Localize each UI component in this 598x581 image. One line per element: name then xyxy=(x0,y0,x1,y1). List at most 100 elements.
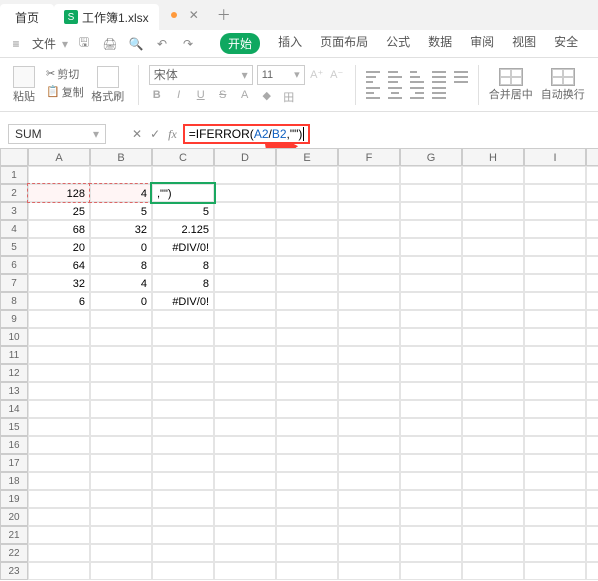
cell-H1[interactable] xyxy=(462,166,524,184)
cell-I7[interactable] xyxy=(524,274,586,292)
cell-H8[interactable] xyxy=(462,292,524,310)
cell-H10[interactable] xyxy=(462,328,524,346)
cell-C22[interactable] xyxy=(152,544,214,562)
cell-J2[interactable] xyxy=(586,184,598,202)
column-header-C[interactable]: C xyxy=(152,148,214,166)
font-color-button[interactable]: A xyxy=(237,89,253,105)
align-bottom-icon[interactable] xyxy=(410,71,424,83)
cell-J8[interactable] xyxy=(586,292,598,310)
cell-B23[interactable] xyxy=(90,562,152,580)
cell-I6[interactable] xyxy=(524,256,586,274)
cell-F19[interactable] xyxy=(338,490,400,508)
cell-I8[interactable] xyxy=(524,292,586,310)
cell-C5[interactable]: #DIV/0! xyxy=(152,238,214,256)
row-header[interactable]: 13 xyxy=(0,382,28,400)
cell-B15[interactable] xyxy=(90,418,152,436)
tab-start[interactable]: 开始 xyxy=(220,33,260,54)
cell-F5[interactable] xyxy=(338,238,400,256)
cell-F3[interactable] xyxy=(338,202,400,220)
column-header-J[interactable]: J xyxy=(586,148,598,166)
cell-I16[interactable] xyxy=(524,436,586,454)
cell-C3[interactable]: 5 xyxy=(152,202,214,220)
cell-I23[interactable] xyxy=(524,562,586,580)
merge-center-button[interactable]: 合并居中 xyxy=(489,68,533,102)
cell-B22[interactable] xyxy=(90,544,152,562)
cell-C10[interactable] xyxy=(152,328,214,346)
cell-D15[interactable] xyxy=(214,418,276,436)
row-header[interactable]: 23 xyxy=(0,562,28,580)
cell-D3[interactable] xyxy=(214,202,276,220)
cell-H11[interactable] xyxy=(462,346,524,364)
cell-F9[interactable] xyxy=(338,310,400,328)
cell-C18[interactable] xyxy=(152,472,214,490)
cell-J4[interactable] xyxy=(586,220,598,238)
column-header-B[interactable]: B xyxy=(90,148,152,166)
cell-D10[interactable] xyxy=(214,328,276,346)
cell-D4[interactable] xyxy=(214,220,276,238)
increase-font-icon[interactable]: A⁺ xyxy=(309,68,325,81)
cell-B7[interactable]: 4 xyxy=(90,274,152,292)
cell-I11[interactable] xyxy=(524,346,586,364)
row-header[interactable]: 12 xyxy=(0,364,28,382)
cell-A13[interactable] xyxy=(28,382,90,400)
cell-I17[interactable] xyxy=(524,454,586,472)
cell-E16[interactable] xyxy=(276,436,338,454)
cell-E18[interactable] xyxy=(276,472,338,490)
cell-A15[interactable] xyxy=(28,418,90,436)
cell-C19[interactable] xyxy=(152,490,214,508)
cell-C1[interactable] xyxy=(152,166,214,184)
cell-A3[interactable]: 25 xyxy=(28,202,90,220)
row-header[interactable]: 17 xyxy=(0,454,28,472)
cell-B8[interactable]: 0 xyxy=(90,292,152,310)
cell-J1[interactable] xyxy=(586,166,598,184)
cell-D11[interactable] xyxy=(214,346,276,364)
cell-F12[interactable] xyxy=(338,364,400,382)
cell-G2[interactable] xyxy=(400,184,462,202)
cell-J12[interactable] xyxy=(586,364,598,382)
cell-G6[interactable] xyxy=(400,256,462,274)
cell-F18[interactable] xyxy=(338,472,400,490)
cell-C4[interactable]: 2.125 xyxy=(152,220,214,238)
cell-C15[interactable] xyxy=(152,418,214,436)
tab-workbook[interactable]: S 工作簿1.xlsx xyxy=(54,4,159,30)
cell-E14[interactable] xyxy=(276,400,338,418)
row-header[interactable]: 1 xyxy=(0,166,28,184)
row-header[interactable]: 6 xyxy=(0,256,28,274)
cell-A16[interactable] xyxy=(28,436,90,454)
cell-E19[interactable] xyxy=(276,490,338,508)
row-header[interactable]: 18 xyxy=(0,472,28,490)
font-size-select[interactable]: 11▾ xyxy=(257,65,305,85)
cell-A23[interactable] xyxy=(28,562,90,580)
cell-H23[interactable] xyxy=(462,562,524,580)
column-header-G[interactable]: G xyxy=(400,148,462,166)
cell-G23[interactable] xyxy=(400,562,462,580)
cell-I10[interactable] xyxy=(524,328,586,346)
cell-D6[interactable] xyxy=(214,256,276,274)
cell-H13[interactable] xyxy=(462,382,524,400)
cell-D2[interactable] xyxy=(214,184,276,202)
accept-formula-icon[interactable]: ✓ xyxy=(150,127,160,141)
cell-I4[interactable] xyxy=(524,220,586,238)
fill-color-button[interactable]: ◆ xyxy=(259,89,275,105)
formula-input[interactable]: =IFERROR(A2/B2,"") xyxy=(183,124,598,144)
cell-G7[interactable] xyxy=(400,274,462,292)
row-header[interactable]: 7 xyxy=(0,274,28,292)
cell-F21[interactable] xyxy=(338,526,400,544)
cell-A2[interactable]: 128 xyxy=(28,184,90,202)
cell-D16[interactable] xyxy=(214,436,276,454)
tab-page-layout[interactable]: 页面布局 xyxy=(320,33,368,54)
cell-I2[interactable] xyxy=(524,184,586,202)
cell-D18[interactable] xyxy=(214,472,276,490)
cell-J21[interactable] xyxy=(586,526,598,544)
cell-C7[interactable]: 8 xyxy=(152,274,214,292)
cell-F10[interactable] xyxy=(338,328,400,346)
new-tab-button[interactable]: ＋ xyxy=(217,5,231,25)
cell-C21[interactable] xyxy=(152,526,214,544)
cell-E7[interactable] xyxy=(276,274,338,292)
tab-review[interactable]: 审阅 xyxy=(470,33,494,54)
cell-I13[interactable] xyxy=(524,382,586,400)
cell-D1[interactable] xyxy=(214,166,276,184)
cell-G22[interactable] xyxy=(400,544,462,562)
cell-F23[interactable] xyxy=(338,562,400,580)
cell-G17[interactable] xyxy=(400,454,462,472)
